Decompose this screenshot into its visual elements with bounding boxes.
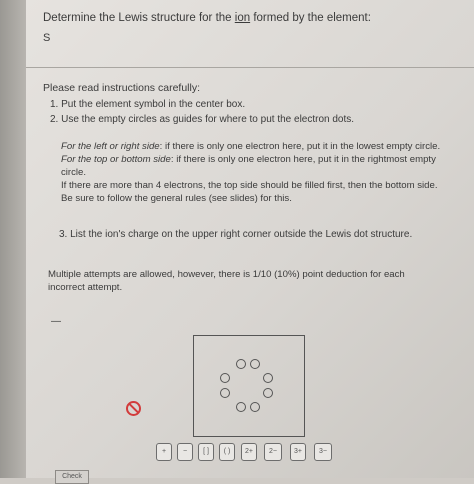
element-symbol: S [43, 32, 51, 44]
electron-slot-left-bottom[interactable] [220, 388, 230, 398]
instruction-step-1: 1. Put the element symbol in the center … [50, 99, 246, 110]
electron-slot-left-top[interactable] [220, 373, 230, 383]
ion-link[interactable]: ion [235, 12, 250, 24]
left-edge [0, 0, 26, 478]
tool-charge-3plus[interactable]: 3+ [290, 443, 306, 461]
question-prefix: Determine the Lewis structure for the [43, 12, 232, 24]
electron-slot-top-right[interactable] [250, 359, 260, 369]
tool-charge-3minus[interactable]: 3− [314, 443, 332, 461]
electron-slot-top-left[interactable] [236, 359, 246, 369]
instructions-list: 1. Put the element symbol in the center … [50, 97, 460, 127]
instructions-heading: Please read instructions carefully: [43, 82, 200, 94]
note-top-bottom: For the top or bottom side: if there is … [61, 154, 436, 178]
instruction-step-2: 2. Use the empty circles as guides for w… [50, 114, 355, 125]
answer-placeholder-dash: — [51, 316, 61, 327]
question-suffix: formed by the element: [253, 12, 371, 24]
tool-charge-2plus[interactable]: 2+ [241, 443, 257, 461]
note-more-than-4: If there are more than 4 electrons, the … [61, 180, 438, 191]
electron-slot-bottom-left[interactable] [236, 402, 246, 412]
tool-plus[interactable]: + [156, 443, 172, 461]
attempts-note: Multiple attempts are allowed, however, … [48, 269, 405, 293]
tool-brackets[interactable]: [ ] [198, 443, 214, 461]
question-title: Determine the Lewis structure for the io… [43, 12, 371, 24]
electron-slot-bottom-right[interactable] [250, 402, 260, 412]
tool-charge-2minus[interactable]: 2− [264, 443, 282, 461]
tool-parentheses[interactable]: ( ) [219, 443, 235, 461]
note-left-right: For the left or right side: if there is … [61, 141, 441, 152]
clear-icon[interactable] [126, 401, 141, 416]
instruction-step-3: 3. List the ion's charge on the upper ri… [59, 229, 413, 240]
electron-slot-right-bottom[interactable] [263, 388, 273, 398]
divider [26, 67, 474, 68]
lewis-structure-canvas[interactable] [193, 335, 305, 437]
check-button[interactable]: Check [55, 470, 89, 484]
tool-minus[interactable]: − [177, 443, 193, 461]
instruction-notes: For the left or right side: if there is … [61, 140, 456, 205]
electron-slot-right-top[interactable] [263, 373, 273, 383]
note-general-rules: Be sure to follow the general rules (see… [61, 193, 292, 204]
